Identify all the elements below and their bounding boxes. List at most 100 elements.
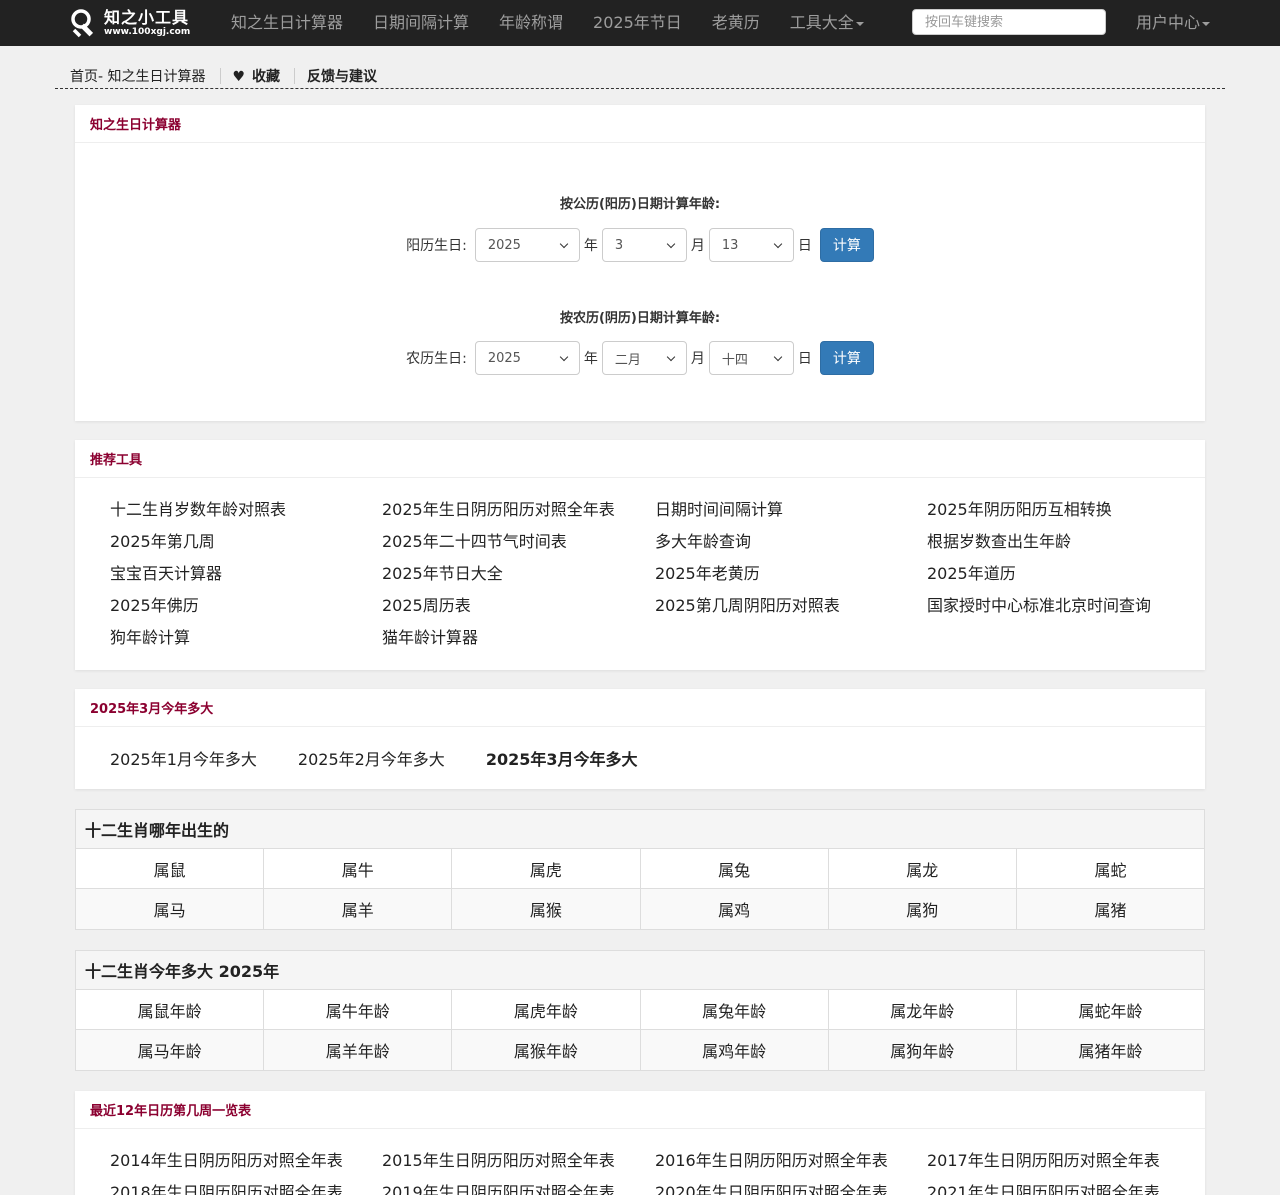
zodiac-birth-title: 十二生肖哪年出生的 — [76, 810, 1204, 849]
nav-tools-dropdown[interactable]: 工具大全 — [775, 0, 879, 46]
zodiac-cell[interactable]: 属马 — [76, 889, 265, 929]
year-calendar-link[interactable]: 2015年生日阴历阳历对照全年表 — [382, 1149, 655, 1181]
search-input[interactable] — [912, 9, 1106, 35]
years-panel-title: 最近12年日历第几周一览表 — [75, 1091, 1205, 1129]
nav-links: 知之生日计算器 日期间隔计算 年龄称谓 2025年节日 老黄历 工具大全 — [216, 0, 879, 46]
recommend-tool-link[interactable]: 2025年生日阴历阳历对照全年表 — [382, 498, 655, 530]
recommend-tool-link[interactable]: 根据岁数查出生年龄 — [927, 530, 1200, 562]
solar-year-select[interactable]: 2025 — [474, 228, 580, 262]
year-calendar-link[interactable]: 2020年生日阴历阳历对照全年表 — [655, 1181, 927, 1195]
zodiac-age-cell[interactable]: 属狗年龄 — [829, 1030, 1017, 1070]
breadcrumb-divider — [219, 68, 221, 84]
month-link-feb[interactable]: 2025年2月今年多大 — [298, 746, 445, 770]
year-calendar-link[interactable]: 2014年生日阴历阳历对照全年表 — [110, 1149, 382, 1181]
chevron-down-icon — [666, 239, 676, 248]
lunar-day-select[interactable]: 十四 — [708, 341, 794, 375]
lunar-year-select[interactable]: 2025 — [474, 341, 580, 375]
nav-festivals[interactable]: 2025年节日 — [578, 0, 697, 46]
recommend-tool-link[interactable]: 2025年第几周 — [110, 530, 382, 562]
zodiac-cell[interactable]: 属鸡 — [641, 889, 829, 929]
table-row: 属鼠年龄 属牛年龄 属虎年龄 属兔年龄 属龙年龄 属蛇年龄 — [76, 990, 1204, 1030]
solar-year-value: 2025 — [487, 237, 521, 253]
nav-almanac[interactable]: 老黄历 — [697, 0, 775, 46]
chevron-down-icon — [559, 352, 569, 361]
wrench-logo-icon — [70, 8, 100, 38]
favorite-label: 收藏 — [251, 69, 280, 85]
month-link-mar[interactable]: 2025年3月今年多大 — [486, 746, 638, 770]
lunar-year-value: 2025 — [487, 350, 521, 366]
month-link-jan[interactable]: 2025年1月今年多大 — [110, 746, 257, 770]
zodiac-cell[interactable]: 属鼠 — [76, 849, 265, 888]
caret-down-icon — [1202, 21, 1211, 26]
feedback-link[interactable]: 反馈与建议 — [307, 66, 377, 86]
zodiac-age-cell[interactable]: 属鸡年龄 — [641, 1030, 829, 1070]
table-row: 属马年龄 属羊年龄 属猴年龄 属鸡年龄 属狗年龄 属猪年龄 — [76, 1030, 1204, 1070]
nav-age-title[interactable]: 年龄称谓 — [484, 0, 578, 46]
zodiac-age-cell[interactable]: 属羊年龄 — [264, 1030, 453, 1070]
zodiac-age-cell[interactable]: 属鼠年龄 — [76, 990, 265, 1029]
site-logo[interactable]: 知之小工具 www.100xgj.com — [70, 8, 216, 38]
recommend-panel-title: 推荐工具 — [75, 440, 1205, 478]
recommend-tool-link[interactable]: 猫年龄计算器 — [382, 626, 655, 658]
nav-date-interval[interactable]: 日期间隔计算 — [358, 0, 484, 46]
recommend-tool-link[interactable]: 2025年佛历 — [110, 594, 382, 626]
recommend-tool-link[interactable]: 2025年道历 — [927, 562, 1200, 594]
zodiac-cell[interactable]: 属蛇 — [1017, 849, 1204, 888]
zodiac-age-cell[interactable]: 属兔年龄 — [641, 990, 829, 1029]
zodiac-age-cell[interactable]: 属马年龄 — [76, 1030, 265, 1070]
recommend-panel: 推荐工具 十二生肖岁数年龄对照表 2025年生日阴历阳历对照全年表 日期时间间隔计算… — [75, 440, 1205, 670]
chevron-down-icon — [666, 352, 676, 361]
recommend-tool-link[interactable]: 2025第几周阴阳历对照表 — [655, 594, 927, 626]
zodiac-age-cell[interactable]: 属猪年龄 — [1017, 1030, 1204, 1070]
year-calendar-link[interactable]: 2017年生日阴历阳历对照全年表 — [927, 1149, 1200, 1181]
breadcrumb-path[interactable]: 首页- 知之生日计算器 — [70, 66, 206, 86]
recommend-tool-link[interactable]: 国家授时中心标准北京时间查询 — [927, 594, 1200, 626]
year-calendar-link[interactable]: 2021年生日阴历阳历对照全年表 — [927, 1181, 1200, 1195]
zodiac-age-table: 十二生肖今年多大 2025年 属鼠年龄 属牛年龄 属虎年龄 属兔年龄 属龙年龄 … — [75, 950, 1205, 1071]
recommend-tool-link[interactable]: 狗年龄计算 — [110, 626, 382, 658]
months-panel: 2025年3月今年多大 2025年1月今年多大 2025年2月今年多大 2025… — [75, 689, 1205, 789]
chevron-down-icon — [773, 352, 783, 361]
zodiac-age-cell[interactable]: 属蛇年龄 — [1017, 990, 1204, 1029]
solar-calc-row: 阳历生日: 2025 年 3 月 13 日 计算 — [75, 228, 1205, 262]
recommend-tool-link[interactable]: 十二生肖岁数年龄对照表 — [110, 498, 382, 530]
solar-day-select[interactable]: 13 — [708, 228, 794, 262]
years-grid: 2014年生日阴历阳历对照全年表 2015年生日阴历阳历对照全年表 2016年生日阴… — [75, 1129, 1205, 1195]
lunar-month-select[interactable]: 二月 — [601, 341, 687, 375]
top-navbar: 知之小工具 www.100xgj.com 知之生日计算器 日期间隔计算 年龄称谓… — [0, 0, 1280, 46]
recommend-tool-link[interactable]: 日期时间间隔计算 — [655, 498, 927, 530]
recommend-tool-link[interactable]: 宝宝百天计算器 — [110, 562, 382, 594]
zodiac-cell[interactable]: 属羊 — [264, 889, 453, 929]
zodiac-age-cell[interactable]: 属牛年龄 — [264, 990, 453, 1029]
day-unit: 日 — [797, 238, 812, 254]
recommend-tool-link[interactable]: 2025年二十四节气时间表 — [382, 530, 655, 562]
lunar-calc-row: 农历生日: 2025 年 二月 月 十四 日 计算 — [75, 341, 1205, 375]
zodiac-cell[interactable]: 属龙 — [829, 849, 1017, 888]
nav-birthday-calculator[interactable]: 知之生日计算器 — [216, 0, 358, 46]
favorite-link[interactable]: ♥ 收藏 — [233, 66, 280, 86]
zodiac-cell[interactable]: 属猴 — [452, 889, 641, 929]
user-center-dropdown[interactable]: 用户中心 — [1121, 0, 1225, 46]
recommend-tool-link[interactable]: 2025年节日大全 — [382, 562, 655, 594]
zodiac-cell[interactable]: 属兔 — [641, 849, 829, 888]
recommend-tool-link[interactable]: 2025年阴历阳历互相转换 — [927, 498, 1200, 530]
year-calendar-link[interactable]: 2016年生日阴历阳历对照全年表 — [655, 1149, 927, 1181]
table-row: 属马 属羊 属猴 属鸡 属狗 属猪 — [76, 889, 1204, 929]
zodiac-cell[interactable]: 属虎 — [452, 849, 641, 888]
zodiac-age-cell[interactable]: 属虎年龄 — [452, 990, 641, 1029]
zodiac-cell[interactable]: 属猪 — [1017, 889, 1204, 929]
lunar-calculate-button[interactable]: 计算 — [819, 341, 874, 375]
recommend-tool-link[interactable]: 2025年老黄历 — [655, 562, 927, 594]
zodiac-age-cell[interactable]: 属龙年龄 — [829, 990, 1017, 1029]
year-calendar-link[interactable]: 2018年生日阴历阳历对照全年表 — [110, 1181, 382, 1195]
year-calendar-link[interactable]: 2019年生日阴历阳历对照全年表 — [382, 1181, 655, 1195]
months-row: 2025年1月今年多大 2025年2月今年多大 2025年3月今年多大 — [75, 727, 1205, 789]
solar-calculate-button[interactable]: 计算 — [819, 228, 874, 262]
solar-month-select[interactable]: 3 — [601, 228, 687, 262]
zodiac-cell[interactable]: 属狗 — [829, 889, 1017, 929]
lunar-day-value: 十四 — [721, 352, 748, 368]
recommend-tool-link[interactable]: 2025周历表 — [382, 594, 655, 626]
recommend-tool-link[interactable]: 多大年龄查询 — [655, 530, 927, 562]
zodiac-cell[interactable]: 属牛 — [264, 849, 453, 888]
zodiac-age-cell[interactable]: 属猴年龄 — [452, 1030, 641, 1070]
